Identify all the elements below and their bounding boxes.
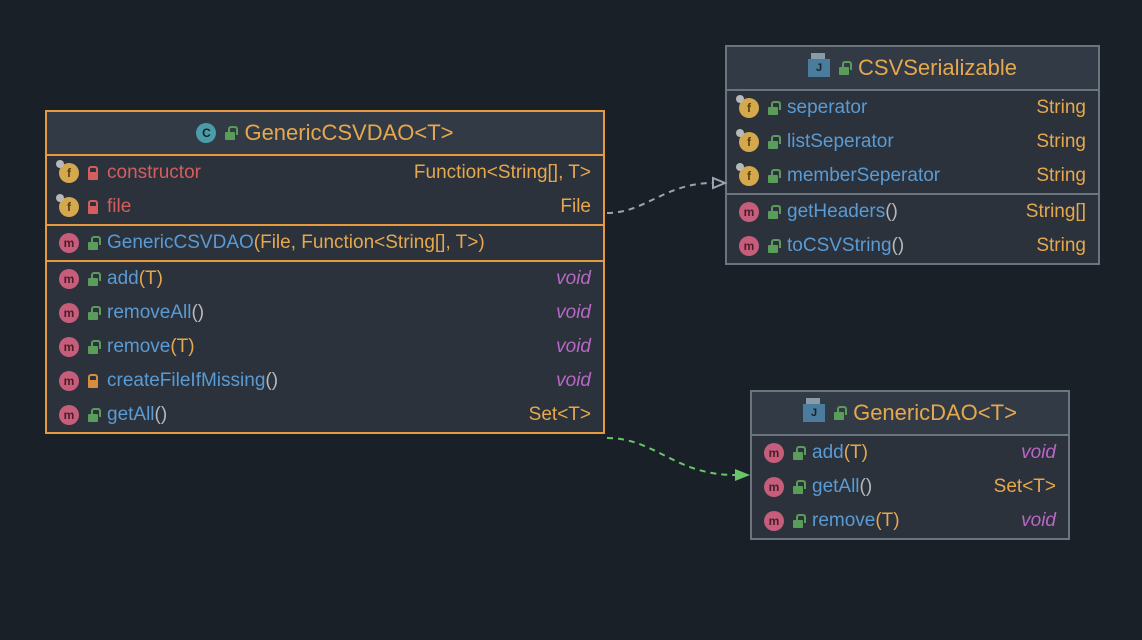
method-return: Set<T> <box>529 404 591 426</box>
field-row: f memberSeperator String <box>727 159 1098 193</box>
method-name: add(T) <box>107 268 548 290</box>
dependency-arrow <box>605 175 730 225</box>
field-row: f listSeperator String <box>727 125 1098 159</box>
method-icon: m <box>739 202 759 222</box>
class-title: CSVSerializable <box>858 55 1017 81</box>
lock-open-icon <box>767 239 779 253</box>
method-icon: m <box>59 303 79 323</box>
field-icon: f <box>59 197 79 217</box>
method-icon: m <box>764 443 784 463</box>
lock-open-icon <box>767 169 779 183</box>
field-name: memberSeperator <box>787 165 1028 187</box>
field-type: Function<String[], T> <box>414 162 591 184</box>
field-row: f constructor Function<String[], T> <box>47 156 603 190</box>
field-icon: f <box>739 132 759 152</box>
constructor-row: m GenericCSVDAO(File, Function<String[],… <box>47 224 603 260</box>
interface-csv-serializable: J CSVSerializable f seperator String f l… <box>725 45 1100 265</box>
field-row: f seperator String <box>727 91 1098 125</box>
method-return: void <box>556 336 591 358</box>
lock-closed-icon <box>87 200 99 214</box>
class-title: GenericDAO<T> <box>853 400 1017 426</box>
lock-open-icon <box>838 61 850 75</box>
field-icon: f <box>59 163 79 183</box>
class-header: C GenericCSVDAO<T> <box>47 112 603 156</box>
lock-open-icon <box>767 135 779 149</box>
lock-open-icon <box>767 101 779 115</box>
lock-open-icon <box>792 480 804 494</box>
method-name: remove(T) <box>812 510 1013 532</box>
method-return: void <box>556 268 591 290</box>
class-generic-csv-dao: C GenericCSVDAO<T> f constructor Functio… <box>45 110 605 434</box>
method-row: m getHeaders() String[] <box>727 193 1098 229</box>
method-row: m remove(T) void <box>752 504 1068 538</box>
field-name: file <box>107 196 552 218</box>
lock-open-icon <box>87 272 99 286</box>
method-return: void <box>556 302 591 324</box>
lock-open-icon <box>87 408 99 422</box>
method-name: add(T) <box>812 442 1013 464</box>
lock-open-icon <box>87 306 99 320</box>
class-icon: C <box>196 123 216 143</box>
method-icon: m <box>59 371 79 391</box>
interface-icon: J <box>808 59 830 77</box>
method-name: removeAll() <box>107 302 548 324</box>
method-row: m remove(T) void <box>47 330 603 364</box>
lock-open-icon <box>767 205 779 219</box>
method-row: m removeAll() void <box>47 296 603 330</box>
interface-generic-dao: J GenericDAO<T> m add(T) void m getAll()… <box>750 390 1070 540</box>
lock-open-icon <box>833 406 845 420</box>
method-return: void <box>1021 442 1056 464</box>
method-icon: m <box>59 405 79 425</box>
field-type: File <box>560 196 591 218</box>
method-icon: m <box>739 236 759 256</box>
method-name: createFileIfMissing() <box>107 370 548 392</box>
method-return: void <box>1021 510 1056 532</box>
class-header: J CSVSerializable <box>727 47 1098 91</box>
method-icon: m <box>59 233 79 253</box>
method-name: remove(T) <box>107 336 548 358</box>
class-header: J GenericDAO<T> <box>752 392 1068 436</box>
field-type: String <box>1036 165 1086 187</box>
interface-icon: J <box>803 404 825 422</box>
lock-closed-icon <box>87 374 99 388</box>
field-name: constructor <box>107 162 406 184</box>
method-row: m add(T) void <box>47 260 603 296</box>
method-icon: m <box>59 337 79 357</box>
method-name: getAll() <box>107 404 521 426</box>
method-row: m createFileIfMissing() void <box>47 364 603 398</box>
method-return: String <box>1036 235 1086 257</box>
method-row: m toCSVString() String <box>727 229 1098 263</box>
method-icon: m <box>59 269 79 289</box>
lock-open-icon <box>87 236 99 250</box>
lock-open-icon <box>87 340 99 354</box>
method-name: toCSVString() <box>787 235 1028 257</box>
lock-open-icon <box>792 514 804 528</box>
method-return: Set<T> <box>994 476 1056 498</box>
lock-open-icon <box>792 446 804 460</box>
field-name: seperator <box>787 97 1028 119</box>
lock-open-icon <box>224 126 236 140</box>
field-icon: f <box>739 98 759 118</box>
field-type: String <box>1036 131 1086 153</box>
method-row: m getAll() Set<T> <box>47 398 603 432</box>
method-icon: m <box>764 511 784 531</box>
class-title: GenericCSVDAO<T> <box>244 120 453 146</box>
implements-arrow <box>605 430 755 490</box>
method-name: getHeaders() <box>787 201 1018 223</box>
method-row: m add(T) void <box>752 436 1068 470</box>
method-name: getAll() <box>812 476 986 498</box>
field-name: listSeperator <box>787 131 1028 153</box>
method-return: String[] <box>1026 201 1086 223</box>
method-return: void <box>556 370 591 392</box>
field-type: String <box>1036 97 1086 119</box>
field-icon: f <box>739 166 759 186</box>
lock-closed-icon <box>87 166 99 180</box>
method-row: m getAll() Set<T> <box>752 470 1068 504</box>
constructor-sig: GenericCSVDAO(File, Function<String[], T… <box>107 232 591 254</box>
method-icon: m <box>764 477 784 497</box>
field-row: f file File <box>47 190 603 224</box>
